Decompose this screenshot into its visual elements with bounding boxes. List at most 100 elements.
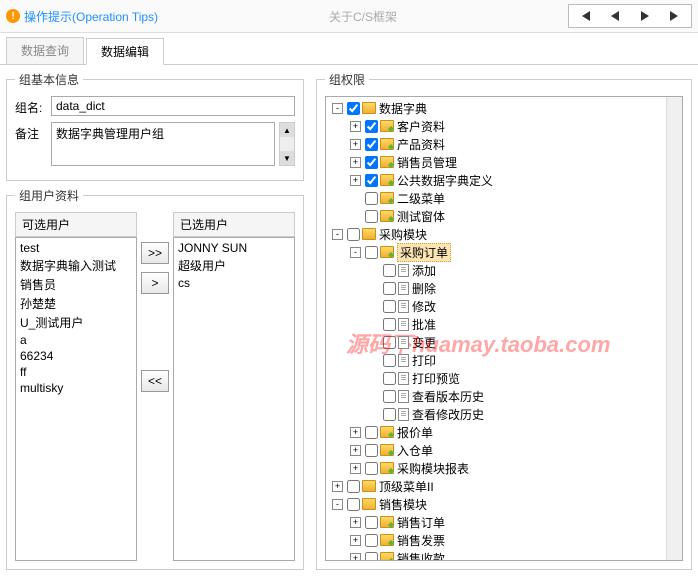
- tree-label[interactable]: 客户资料: [397, 118, 445, 135]
- tree-label[interactable]: 采购模块报表: [397, 460, 469, 477]
- tree-label[interactable]: 销售订单: [397, 514, 445, 531]
- tree-checkbox[interactable]: [347, 480, 360, 493]
- tree-label[interactable]: 销售发票: [397, 532, 445, 549]
- tree-label[interactable]: 采购模块: [379, 226, 427, 243]
- tab-data-query[interactable]: 数据查询: [6, 37, 84, 64]
- add-one-button[interactable]: >: [141, 272, 169, 294]
- group-note-textarea[interactable]: [51, 122, 275, 166]
- permissions-tree[interactable]: 源码下huamay.taoba.com -数据字典+客户资料+产品资料+销售员管…: [325, 96, 683, 561]
- tree-checkbox[interactable]: [365, 210, 378, 223]
- tree-row[interactable]: 打印预览: [328, 369, 680, 387]
- tree-row[interactable]: 添加: [328, 261, 680, 279]
- available-users-list[interactable]: test数据字典输入测试销售员孙楚楚U_测试用户a66234ffmultisky: [15, 237, 137, 561]
- tree-label[interactable]: 公共数据字典定义: [397, 172, 493, 189]
- group-name-input[interactable]: [51, 96, 295, 116]
- tree-label[interactable]: 修改: [412, 298, 436, 315]
- add-all-button[interactable]: >>: [141, 242, 169, 264]
- tree-checkbox[interactable]: [347, 228, 360, 241]
- tree-row[interactable]: + 销售发票: [328, 531, 680, 549]
- nav-prev-button[interactable]: [601, 7, 629, 25]
- tree-checkbox[interactable]: [347, 102, 360, 115]
- tree-row[interactable]: 测试窗体: [328, 207, 680, 225]
- tree-label[interactable]: 删除: [412, 280, 436, 297]
- tree-checkbox[interactable]: [365, 462, 378, 475]
- tree-row[interactable]: + 报价单: [328, 423, 680, 441]
- expand-icon[interactable]: +: [350, 175, 361, 186]
- list-item[interactable]: ff: [20, 364, 132, 380]
- tree-label[interactable]: 打印: [412, 352, 436, 369]
- tree-checkbox[interactable]: [383, 336, 396, 349]
- textarea-scrollbar[interactable]: ▲ ▼: [279, 122, 295, 166]
- expand-icon[interactable]: +: [350, 445, 361, 456]
- tree-label[interactable]: 销售模块: [379, 496, 427, 513]
- tree-row[interactable]: +入仓单: [328, 441, 680, 459]
- tree-label[interactable]: 销售收款: [397, 550, 445, 562]
- tree-label[interactable]: 变更: [412, 334, 436, 351]
- tree-label[interactable]: 添加: [412, 262, 436, 279]
- list-item[interactable]: JONNY SUN: [178, 240, 290, 256]
- tree-row[interactable]: +产品资料: [328, 135, 680, 153]
- collapse-icon[interactable]: -: [332, 229, 343, 240]
- tree-label[interactable]: 顶级菜单II: [379, 478, 434, 495]
- nav-first-button[interactable]: [571, 7, 599, 25]
- tree-label[interactable]: 数据字典: [379, 100, 427, 117]
- tree-checkbox[interactable]: [365, 192, 378, 205]
- nav-next-button[interactable]: [631, 7, 659, 25]
- tree-checkbox[interactable]: [383, 282, 396, 295]
- expand-icon[interactable]: +: [350, 427, 361, 438]
- expand-icon[interactable]: +: [350, 517, 361, 528]
- tree-checkbox[interactable]: [347, 498, 360, 511]
- tree-checkbox[interactable]: [383, 390, 396, 403]
- tree-scrollbar[interactable]: [666, 97, 682, 560]
- tree-label[interactable]: 批准: [412, 316, 436, 333]
- tree-checkbox[interactable]: [365, 552, 378, 562]
- tree-label[interactable]: 查看修改历史: [412, 406, 484, 423]
- list-item[interactable]: U_测试用户: [20, 313, 132, 332]
- tree-row[interactable]: 打印: [328, 351, 680, 369]
- collapse-icon[interactable]: -: [350, 247, 361, 258]
- tree-checkbox[interactable]: [365, 120, 378, 133]
- tab-data-edit[interactable]: 数据编辑: [86, 38, 164, 65]
- tree-checkbox[interactable]: [365, 138, 378, 151]
- list-item[interactable]: 超级用户: [178, 256, 290, 275]
- expand-icon[interactable]: +: [350, 139, 361, 150]
- tree-row[interactable]: 查看修改历史: [328, 405, 680, 423]
- expand-icon[interactable]: +: [332, 481, 343, 492]
- tree-label[interactable]: 查看版本历史: [412, 388, 484, 405]
- expand-icon[interactable]: +: [350, 157, 361, 168]
- tree-row[interactable]: + 客户资料: [328, 117, 680, 135]
- tree-row[interactable]: -采购订单: [328, 243, 680, 261]
- tree-row[interactable]: 删除: [328, 279, 680, 297]
- selected-users-list[interactable]: JONNY SUN超级用户cs: [173, 237, 295, 561]
- tree-row[interactable]: 二级菜单: [328, 189, 680, 207]
- expand-icon[interactable]: +: [350, 121, 361, 132]
- tree-row[interactable]: 批准: [328, 315, 680, 333]
- tree-checkbox[interactable]: [365, 246, 378, 259]
- expand-icon[interactable]: +: [350, 463, 361, 474]
- tree-row[interactable]: +销售收款: [328, 549, 680, 561]
- tree-row[interactable]: + 销售员管理: [328, 153, 680, 171]
- tree-checkbox[interactable]: [365, 156, 378, 169]
- list-item[interactable]: 销售员: [20, 275, 132, 294]
- tree-checkbox[interactable]: [383, 318, 396, 331]
- tree-checkbox[interactable]: [365, 174, 378, 187]
- tree-row[interactable]: 修改: [328, 297, 680, 315]
- list-item[interactable]: cs: [178, 275, 290, 291]
- tree-label[interactable]: 销售员管理: [397, 154, 457, 171]
- tree-checkbox[interactable]: [383, 300, 396, 313]
- scroll-down-icon[interactable]: ▼: [280, 151, 294, 165]
- nav-last-button[interactable]: [661, 7, 689, 25]
- tree-row[interactable]: -数据字典: [328, 99, 680, 117]
- expand-icon[interactable]: +: [350, 535, 361, 546]
- remove-all-button[interactable]: <<: [141, 370, 169, 392]
- tree-row[interactable]: - 销售模块: [328, 495, 680, 513]
- tree-checkbox[interactable]: [383, 264, 396, 277]
- list-item[interactable]: 66234: [20, 348, 132, 364]
- list-item[interactable]: multisky: [20, 380, 132, 396]
- tree-label[interactable]: 报价单: [397, 424, 433, 441]
- tree-checkbox[interactable]: [383, 408, 396, 421]
- tree-checkbox[interactable]: [365, 444, 378, 457]
- tree-checkbox[interactable]: [365, 516, 378, 529]
- tree-row[interactable]: + 销售订单: [328, 513, 680, 531]
- collapse-icon[interactable]: -: [332, 499, 343, 510]
